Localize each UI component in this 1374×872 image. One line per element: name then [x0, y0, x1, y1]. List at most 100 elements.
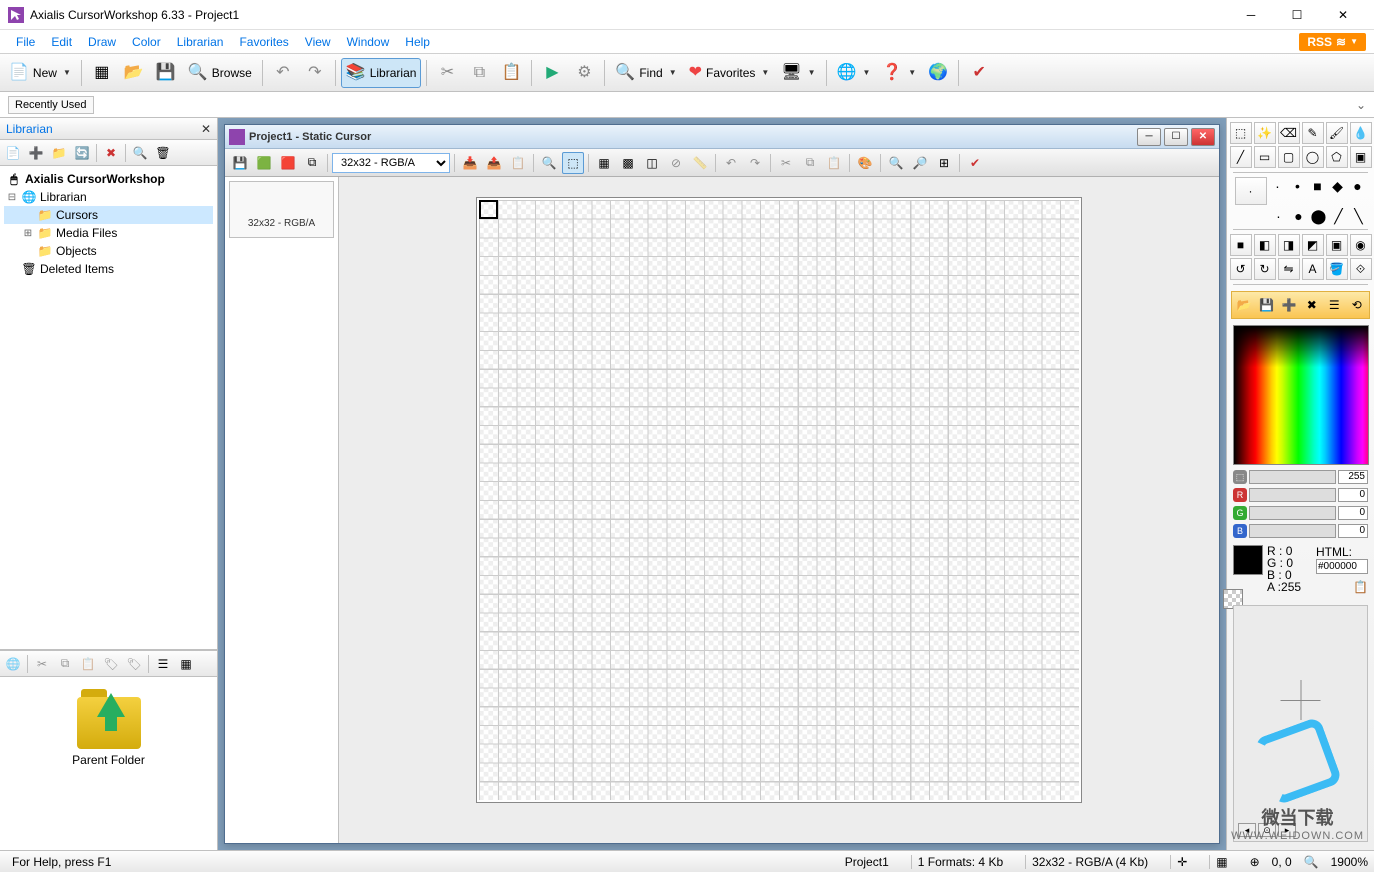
doc-clip-paste-button[interactable]: 📋	[823, 152, 845, 174]
librarian-tree[interactable]: 🖱 Axialis CursorWorkshop ⊟ 🌐 Librarian 📁…	[0, 166, 217, 650]
tree-librarian[interactable]: ⊟ 🌐 Librarian	[4, 188, 213, 206]
palette-save[interactable]: 💾	[1257, 294, 1278, 316]
green-value[interactable]: 0	[1338, 506, 1368, 520]
red-slider[interactable]: R 0	[1233, 488, 1368, 502]
run-button[interactable]: ▶	[537, 58, 567, 88]
opacity-track[interactable]	[1249, 470, 1336, 484]
lib-delete-button[interactable]: ✖	[100, 142, 122, 164]
canvas-area[interactable]	[339, 177, 1219, 843]
tree-objects[interactable]: 📁 Objects	[4, 242, 213, 260]
menu-view[interactable]: View	[297, 32, 339, 52]
palette-sort[interactable]: ☰	[1324, 294, 1345, 316]
tool-picker[interactable]: 💧	[1350, 122, 1372, 144]
doc-select-all-button[interactable]: ⬚	[562, 152, 584, 174]
brush-1px[interactable]: ·	[1269, 177, 1287, 195]
browser-back-button[interactable]: 🌐	[2, 653, 24, 675]
new-button[interactable]: 📄 New ▼	[4, 58, 76, 88]
browse-button[interactable]: 🔍 Browse	[183, 58, 257, 88]
shape-3[interactable]: ⬤	[1310, 207, 1328, 225]
tool-select[interactable]: ⬚	[1230, 122, 1252, 144]
doc-zoom-region-button[interactable]: ⊞	[933, 152, 955, 174]
lib-add-button[interactable]: ➕	[25, 142, 47, 164]
doc-close-button[interactable]: ✕	[1191, 128, 1215, 146]
menu-window[interactable]: Window	[339, 32, 398, 52]
red-value[interactable]: 0	[1338, 488, 1368, 502]
menu-librarian[interactable]: Librarian	[169, 32, 232, 52]
help-button[interactable]: ❓▼	[877, 58, 921, 88]
fill-gradient-v[interactable]: ◧	[1254, 234, 1276, 256]
blue-value[interactable]: 0	[1338, 524, 1368, 538]
expand-icon[interactable]: ⊞	[22, 228, 34, 239]
tool-polygon[interactable]: ⬠	[1326, 146, 1348, 168]
blue-track[interactable]	[1249, 524, 1336, 538]
brush-4px[interactable]: ◆	[1329, 177, 1347, 195]
brush-preview[interactable]: ·	[1235, 177, 1267, 205]
menu-edit[interactable]: Edit	[43, 32, 80, 52]
doc-zoom-fit-button[interactable]: 🔍	[538, 152, 560, 174]
tree-deleted[interactable]: 🗑 Deleted Items	[4, 260, 213, 278]
monitor-button[interactable]: 🖥▼	[776, 58, 820, 88]
copy-button[interactable]: ⧉	[464, 58, 494, 88]
foreground-swatch[interactable]	[1233, 545, 1263, 575]
opacity-slider[interactable]: ⬚ 255	[1233, 470, 1368, 484]
save-button[interactable]: 💾	[151, 58, 181, 88]
browser-list-button[interactable]: ☰	[152, 653, 174, 675]
pan-right-button[interactable]: ▸	[1278, 823, 1296, 837]
tool-pencil[interactable]: ✎	[1302, 122, 1324, 144]
palette-reset[interactable]: ⟲	[1347, 294, 1368, 316]
minimize-button[interactable]: ─	[1228, 0, 1274, 30]
paste-button[interactable]: 📋	[496, 58, 526, 88]
settings-button[interactable]: ⚙	[569, 58, 599, 88]
brush-2px[interactable]: •	[1289, 177, 1307, 195]
browser-tag1-button[interactable]: 🏷	[100, 653, 122, 675]
browser-copy-button[interactable]: ⧉	[54, 653, 76, 675]
document-titlebar[interactable]: Project1 - Static Cursor ─ ☐ ✕	[225, 125, 1219, 149]
doc-undo-button[interactable]: ↶	[720, 152, 742, 174]
tool-ellipse[interactable]: ◯	[1302, 146, 1324, 168]
pan-center-button[interactable]: ⊙	[1258, 823, 1276, 837]
fill-gradient-d[interactable]: ◩	[1302, 234, 1324, 256]
doc-copy-button[interactable]: ⧉	[799, 152, 821, 174]
maximize-button[interactable]: ☐	[1274, 0, 1320, 30]
lib-folder-button[interactable]: 📁	[48, 142, 70, 164]
pan-left-button[interactable]: ◂	[1238, 823, 1256, 837]
rotate-right[interactable]: ↻	[1254, 258, 1276, 280]
doc-minimize-button[interactable]: ─	[1137, 128, 1161, 146]
doc-redo-button[interactable]: ↷	[744, 152, 766, 174]
librarian-browser-content[interactable]: Parent Folder	[0, 677, 217, 850]
doc-add-format-button[interactable]: 🟩	[253, 152, 275, 174]
doc-remove-format-button[interactable]: 🟥	[277, 152, 299, 174]
palette-add[interactable]: ➕	[1279, 294, 1300, 316]
chevron-down-icon[interactable]: ⌄	[1356, 98, 1366, 112]
menu-favorites[interactable]: Favorites	[231, 32, 296, 52]
frames-panel[interactable]: 32x32 - RGB/A	[225, 177, 339, 843]
doc-invert-button[interactable]: ⊘	[665, 152, 687, 174]
favorites-button[interactable]: ❤ Favorites ▼	[684, 58, 775, 88]
fill-outline[interactable]: ▣	[1326, 234, 1348, 256]
lib-search-button[interactable]: 🔍	[129, 142, 151, 164]
menu-draw[interactable]: Draw	[80, 32, 124, 52]
collapse-icon[interactable]: ⊟	[6, 192, 18, 203]
rotate-left[interactable]: ↺	[1230, 258, 1252, 280]
find-button[interactable]: 🔍 Find ▼	[610, 58, 681, 88]
palette-remove[interactable]: ✖	[1302, 294, 1323, 316]
tree-root[interactable]: 🖱 Axialis CursorWorkshop	[4, 170, 213, 188]
html-color-input[interactable]	[1316, 559, 1368, 574]
lib-refresh-button[interactable]: 🔄	[71, 142, 93, 164]
tool-eraser[interactable]: ⌫	[1278, 122, 1300, 144]
update-button[interactable]: 🌍	[923, 58, 953, 88]
lib-trash-button[interactable]: 🗑	[152, 142, 174, 164]
green-slider[interactable]: G 0	[1233, 506, 1368, 520]
close-button[interactable]: ✕	[1320, 0, 1366, 30]
filter-tool[interactable]: ⟐	[1350, 258, 1372, 280]
shape-2[interactable]: ●	[1290, 207, 1308, 225]
cut-button[interactable]: ✂	[432, 58, 462, 88]
doc-paste-button[interactable]: 📋	[507, 152, 529, 174]
doc-save-button[interactable]: 💾	[229, 152, 251, 174]
doc-duplicate-button[interactable]: ⧉	[301, 152, 323, 174]
palette-open[interactable]: 📂	[1234, 294, 1255, 316]
doc-zoom-out-button[interactable]: 🔎	[909, 152, 931, 174]
doc-cut-button[interactable]: ✂	[775, 152, 797, 174]
browser-grid-button[interactable]: ▦	[175, 653, 197, 675]
shape-4[interactable]: ╱	[1330, 207, 1348, 225]
